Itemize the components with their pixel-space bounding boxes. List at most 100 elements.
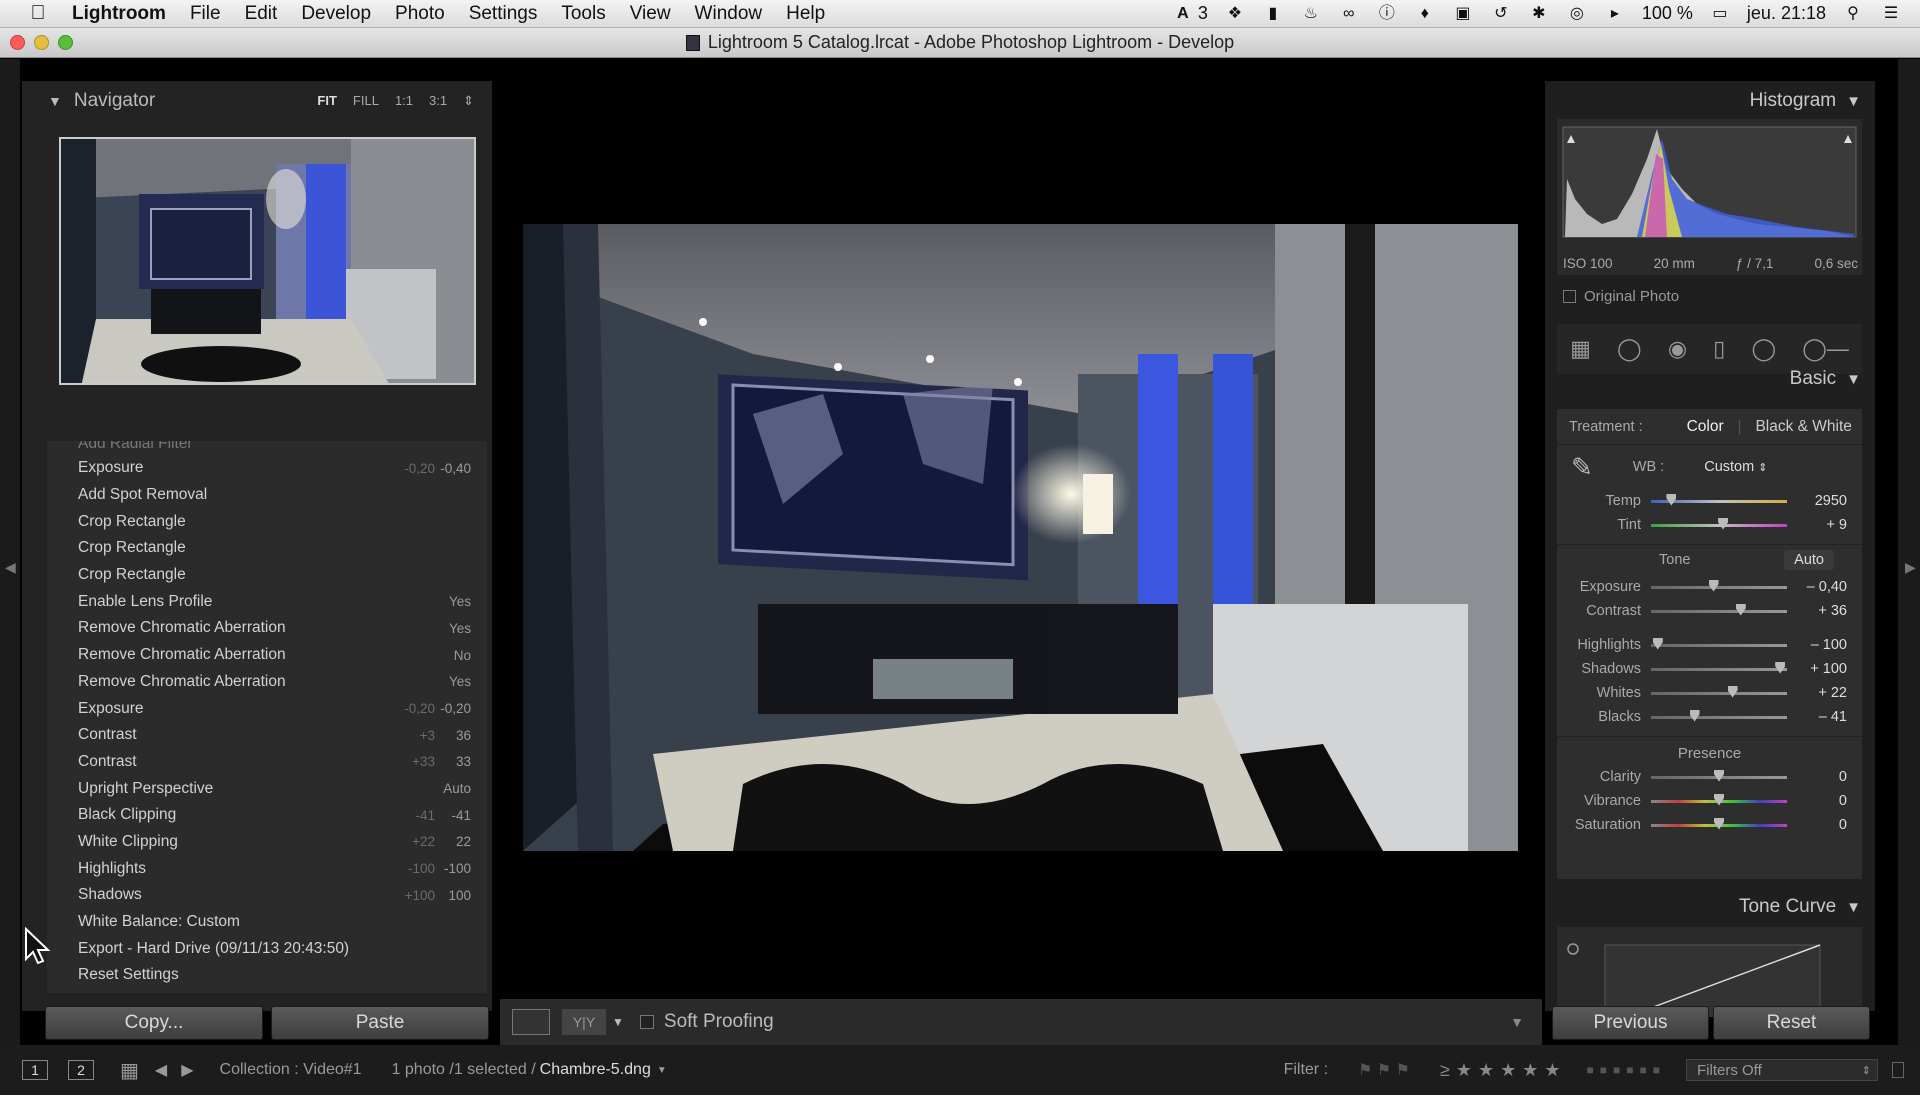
slider-track[interactable] [1651,769,1787,782]
slider-value[interactable]: + 22 [1787,685,1847,701]
history-item[interactable]: Exposure -0,20 -0,40 [47,455,487,482]
history-item[interactable]: Black Clipping -41 -41 [47,802,487,829]
menu-file[interactable]: File [190,3,221,25]
original-photo-toggle[interactable]: Original Photo [1563,288,1679,305]
slider-track[interactable] [1651,637,1787,650]
slider-contrast[interactable]: Contrast + 36 [1557,599,1862,623]
main-photo[interactable] [523,224,1518,851]
soft-proofing-checkbox[interactable] [639,1015,654,1029]
zoom-fill[interactable]: FILL [353,93,379,109]
slider-tint[interactable]: Tint + 9 [1557,513,1862,537]
battery-percent[interactable]: 100 % [1642,3,1693,24]
slider-value[interactable]: 0 [1787,793,1847,809]
filmstrip-toggle-icon[interactable] [1892,1062,1904,1078]
menu-photo[interactable]: Photo [395,3,445,25]
history-item[interactable]: Crop Rectangle [47,508,487,535]
image-canvas[interactable] [500,59,1542,999]
history-item[interactable]: Add Radial Filter [47,441,487,455]
slider-track[interactable] [1651,661,1787,674]
history-item[interactable]: Reset Settings [47,962,487,989]
bluetooth-icon[interactable]: ✱ [1528,5,1550,23]
history-item[interactable]: Upright Perspective Auto [47,775,487,802]
slider-thumb[interactable] [1727,685,1738,698]
slider-track[interactable] [1651,709,1787,722]
collapse-triangle-icon[interactable]: ▼ [48,93,62,109]
histogram-header[interactable]: Histogram ▼ [1545,81,1875,121]
app-menu[interactable]: Lightroom [72,3,166,25]
treatment-bw-button[interactable]: Black & White [1755,418,1851,436]
toolbar-menu-icon[interactable]: ▼ [1510,1014,1524,1030]
slider-value[interactable]: 2950 [1787,493,1847,509]
slider-thumb[interactable] [1689,709,1700,722]
slider-track[interactable] [1651,603,1787,616]
history-item[interactable]: Crop Rectangle [47,562,487,589]
history-item[interactable]: Enable Lens Profile Yes [47,588,487,615]
menu-window[interactable]: Window [695,3,763,25]
slider-value[interactable]: – 41 [1787,709,1847,725]
history-item[interactable]: Export - Hard Drive (09/11/13 20:43:50) [47,935,487,962]
flag-filter-icons[interactable]: ⚑ ⚑ ⚑ [1358,1060,1410,1080]
navigator-preview[interactable] [59,137,476,385]
filters-dropdown[interactable]: Filters Off ⇕ [1686,1059,1878,1081]
slider-thumb[interactable] [1714,817,1724,830]
history-item[interactable]: Contrast +3 36 [47,722,487,749]
time-machine-icon[interactable]: ↺ [1490,5,1512,23]
slider-clarity[interactable]: Clarity 0 [1557,765,1862,789]
slider-thumb[interactable] [1708,579,1719,592]
color-label-filter[interactable]: ■■■■■■ [1587,1063,1667,1077]
slider-value[interactable]: + 100 [1787,661,1847,677]
slider-track[interactable] [1651,493,1787,506]
previous-button[interactable]: Previous [1552,1006,1709,1040]
zoom-fit[interactable]: FIT [317,93,337,109]
menu-settings[interactable]: Settings [469,3,538,25]
slider-value[interactable]: 0 [1787,769,1847,785]
slider-track[interactable] [1651,685,1787,698]
slider-shadows[interactable]: Shadows + 100 [1557,657,1862,681]
history-item[interactable]: Exposure -0,20 -0,20 [47,695,487,722]
notification-center-icon[interactable]: ☰ [1880,5,1902,23]
close-window-button[interactable] [10,35,25,50]
zoom-3-1[interactable]: 3:1 [429,93,447,109]
grid-view-icon[interactable]: ▦ [120,1058,139,1083]
slider-value[interactable]: – 0,40 [1787,579,1847,595]
menu-develop[interactable]: Develop [301,3,371,25]
slider-exposure[interactable]: Exposure – 0,40 [1557,575,1862,599]
back-arrow-icon[interactable]: ◀ [155,1060,167,1080]
history-item[interactable]: Contrast +33 33 [47,749,487,776]
wb-preset-dropdown[interactable]: Custom ⇕ [1704,459,1767,475]
wb-eyedropper-icon[interactable]: ✎ [1571,452,1593,483]
slider-highlights[interactable]: Highlights – 100 [1557,633,1862,657]
zoom-stepper-icon[interactable]: ⇕ [463,93,474,109]
slider-track[interactable] [1651,579,1787,592]
slider-thumb[interactable] [1666,493,1677,506]
menu-view[interactable]: View [630,3,671,25]
menu-edit[interactable]: Edit [245,3,278,25]
menu-help[interactable]: Help [786,3,825,25]
slider-value[interactable]: 0 [1787,817,1847,833]
history-item[interactable]: Add Spot Removal [47,482,487,509]
paste-settings-button[interactable]: Paste [271,1006,489,1040]
tone-curve-header[interactable]: Tone Curve ▼ [1545,887,1875,927]
slider-value[interactable]: – 100 [1787,637,1847,653]
slider-track[interactable] [1651,793,1787,806]
navigator-header[interactable]: ▼ Navigator FIT FILL 1:1 3:1 ⇕ [22,81,492,121]
slider-track[interactable] [1651,517,1787,530]
zoom-window-button[interactable] [58,35,73,50]
dropbox-icon[interactable]: ❖ [1224,5,1246,23]
basic-header[interactable]: Basic ▼ [1545,359,1875,399]
spotlight-search-icon[interactable]: ⚲ [1842,5,1864,23]
slider-track[interactable] [1651,817,1787,830]
zoom-1-1[interactable]: 1:1 [395,93,413,109]
apple-menu-icon[interactable]:  [26,2,50,25]
auto-tone-button[interactable]: Auto [1784,550,1834,570]
current-filename[interactable]: Chambre-5.dng [540,1061,651,1079]
battery-icon[interactable]: ▭ [1709,5,1731,23]
flame-icon[interactable]: ♨ [1300,5,1322,23]
slider-vibrance[interactable]: Vibrance 0 [1557,789,1862,813]
link-icon[interactable]: ∞ [1338,5,1360,23]
history-item[interactable]: White Balance: Custom [47,909,487,936]
rating-filter-stars[interactable]: ≥★★★★★ [1440,1060,1567,1081]
slider-thumb[interactable] [1652,637,1663,650]
clock[interactable]: jeu. 21:18 [1747,3,1826,24]
history-item[interactable]: Highlights -100 -100 [47,855,487,882]
